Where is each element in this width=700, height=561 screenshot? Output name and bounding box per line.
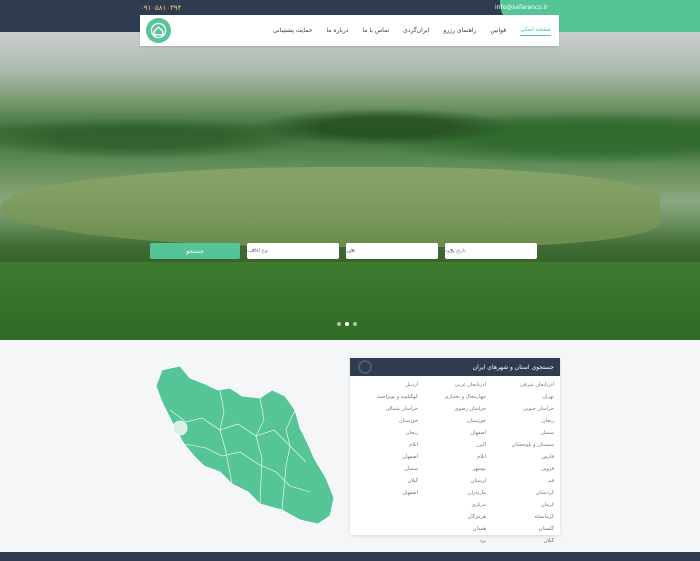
nav-iran[interactable]: ایران‌گردی: [403, 27, 429, 34]
city-link[interactable]: ایلام: [424, 454, 486, 460]
city-link[interactable]: زنجان: [492, 418, 554, 424]
nav-menu: صفحه اصلی قوانین راهنمای رزرو ایران‌گردی…: [273, 15, 551, 46]
city-link[interactable]: همدان: [424, 526, 486, 532]
city-link[interactable]: لرستان: [424, 478, 486, 484]
cities-card-title: جستجوی استان و شهرهای ایران: [472, 363, 554, 371]
cities-columns: آذربایجان شرقی تهران خراسان جنوبی زنجان …: [356, 382, 554, 544]
hero-foreground: [0, 262, 700, 340]
city-link[interactable]: یزد: [424, 538, 486, 544]
city-link[interactable]: قم: [492, 478, 554, 484]
email-address[interactable]: info@safaranco.ir: [495, 4, 548, 11]
city-link[interactable]: کردستان: [492, 490, 554, 496]
city-link[interactable]: سمنان: [492, 430, 554, 436]
city-link[interactable]: البرز: [424, 442, 486, 448]
city-link[interactable]: خوزستان: [356, 418, 418, 424]
select-date[interactable]: تاریخ ورود ▾: [445, 243, 537, 259]
iran-map[interactable]: [150, 360, 340, 530]
select-city[interactable]: شهر ▾: [346, 243, 438, 259]
city-link[interactable]: هرمزگان: [424, 514, 486, 520]
select-accommodation[interactable]: نوع اقامت ▾: [247, 243, 339, 259]
city-link[interactable]: زنجان: [356, 430, 418, 436]
cities-card-header: جستجوی استان و شهرهای ایران: [350, 358, 560, 376]
city-link[interactable]: آذربایجان غربی: [424, 382, 486, 388]
nav-guide[interactable]: راهنمای رزرو: [443, 27, 476, 34]
city-link[interactable]: گیلان: [356, 478, 418, 484]
cities-column: آذربایجان شرقی تهران خراسان جنوبی زنجان …: [492, 382, 554, 544]
city-link[interactable]: بوشهر: [424, 466, 486, 472]
chevron-down-icon: ▾: [351, 247, 355, 254]
home-icon[interactable]: [146, 18, 171, 43]
carousel-dots: [337, 322, 357, 326]
search-button[interactable]: جستجو: [150, 243, 240, 259]
city-link[interactable]: اردبیل: [356, 382, 418, 388]
cities-column: آذربایجان غربی چهارمحال و بختیاری خراسان…: [424, 382, 486, 544]
chevron-down-icon: ▾: [450, 247, 454, 254]
city-link[interactable]: گلستان: [492, 526, 554, 532]
city-link[interactable]: خراسان شمالی: [356, 406, 418, 412]
cities-card: جستجوی استان و شهرهای ایران آذربایجان شر…: [350, 358, 560, 544]
nav-support[interactable]: حمایت پشتیبانی: [273, 27, 312, 34]
footer-bar: [0, 552, 700, 561]
city-link[interactable]: قزوین: [492, 466, 554, 472]
select-label: تاریخ ورود: [445, 248, 467, 254]
nav-about[interactable]: درباره ما: [326, 27, 348, 34]
location-icon: [358, 360, 372, 374]
city-link[interactable]: اصفهان: [356, 490, 418, 496]
phone-number[interactable]: ۰۹۱۰۵۸۱۰۳۹۴: [140, 4, 181, 12]
city-link[interactable]: کهگیلویه و بویراحمد: [356, 394, 418, 400]
nav-rules[interactable]: قوانین: [490, 27, 506, 34]
city-link[interactable]: فارس: [492, 454, 554, 460]
hero-banner: جستجو نوع اقامت ▾ شهر ▾ تاریخ ورود ▾: [0, 32, 700, 340]
nav-home[interactable]: صفحه اصلی: [520, 26, 551, 36]
city-link[interactable]: خوزستان: [424, 418, 486, 424]
carousel-dot[interactable]: [353, 322, 357, 326]
hero-lake: [0, 167, 660, 247]
city-link[interactable]: آذربایجان شرقی: [492, 382, 554, 388]
city-link[interactable]: خراسان جنوبی: [492, 406, 554, 412]
city-link[interactable]: چهارمحال و بختیاری: [424, 394, 486, 400]
city-link[interactable]: اصفهان: [356, 454, 418, 460]
city-link[interactable]: سمنان: [356, 466, 418, 472]
city-link[interactable]: سیستان و بلوچستان: [492, 442, 554, 448]
carousel-dot-active[interactable]: [345, 322, 349, 326]
main-navbar: صفحه اصلی قوانین راهنمای رزرو ایران‌گردی…: [140, 15, 559, 46]
nav-contact[interactable]: تماس با ما: [362, 27, 389, 34]
city-link[interactable]: خراسان رضوی: [424, 406, 486, 412]
city-link[interactable]: گیلان: [492, 538, 554, 544]
chevron-down-icon: ▾: [252, 247, 256, 254]
city-link[interactable]: ایلام: [356, 442, 418, 448]
city-link[interactable]: مرکزی: [424, 502, 487, 508]
city-link[interactable]: کرمان: [492, 502, 554, 508]
city-link[interactable]: تهران: [492, 394, 554, 400]
cities-column: اردبیل کهگیلویه و بویراحمد خراسان شمالی …: [356, 382, 418, 544]
select-label: نوع اقامت: [247, 248, 269, 254]
city-link[interactable]: کرمانشاه: [492, 514, 554, 520]
hero-trees: [0, 72, 700, 182]
carousel-dot[interactable]: [337, 322, 341, 326]
hero-search-bar: جستجو نوع اقامت ▾ شهر ▾ تاریخ ورود ▾: [150, 242, 550, 260]
city-link[interactable]: مازندران: [424, 490, 486, 496]
city-link[interactable]: اصفهان: [424, 430, 486, 436]
